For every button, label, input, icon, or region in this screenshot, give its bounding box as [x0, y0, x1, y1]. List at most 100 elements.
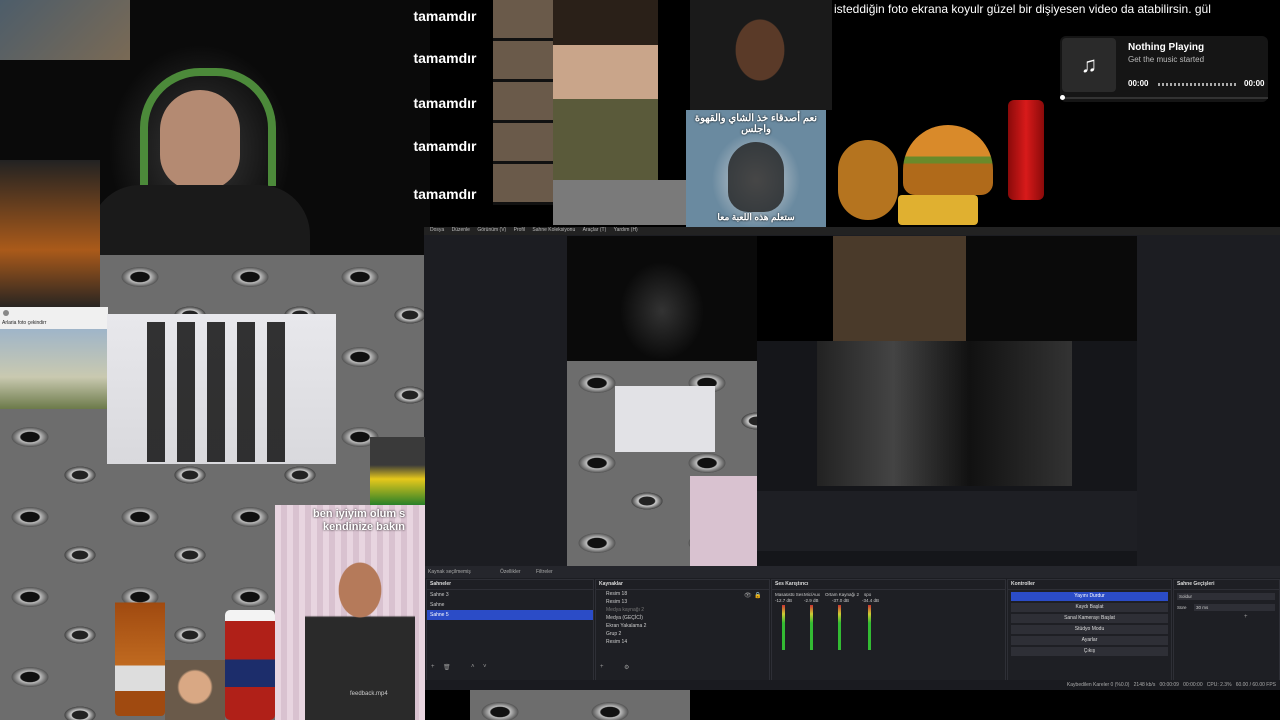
- tamamdir-label-5: tamamdır: [413, 186, 477, 202]
- footballer-photo: [370, 437, 425, 507]
- duration-input[interactable]: 30 ms: [1194, 604, 1275, 611]
- menu-tools[interactable]: Araçlar (T): [583, 227, 607, 233]
- properties-button[interactable]: Özellikler: [500, 569, 521, 575]
- scene-add-icon[interactable]: +: [431, 664, 435, 670]
- mixer-dock: Ses Karıştırıcı Masaüstü Ses -12.7 dB Mi…: [771, 579, 1006, 681]
- music-time-start: 00:00: [1128, 79, 1149, 88]
- music-progress-bar[interactable]: [1060, 95, 1268, 100]
- menu-scene-collection[interactable]: Sahne Koleksiyonu: [532, 227, 575, 233]
- taxi-driver-photo: [690, 0, 832, 110]
- menu-file[interactable]: Dosya: [430, 227, 444, 233]
- dropped-frames: Kaybedilen Kareler 0 (%0.0): [1066, 682, 1130, 688]
- burger-shape: [903, 125, 993, 195]
- music-subtitle: Get the music started: [1128, 55, 1205, 64]
- rec-timer: 00:00:00: [1183, 682, 1203, 688]
- music-widget: ♫ Nothing Playing Get the music started …: [1060, 36, 1268, 102]
- meme-caption-1: ben iyiyim olum s: [313, 508, 406, 520]
- music-time-end: 00:00: [1244, 79, 1265, 88]
- nested-docks: [757, 491, 1137, 551]
- arabic-meme: نعم أصدقاء خذ الشاي والقهوة واجلس ستعلم …: [686, 110, 826, 227]
- obs-menubar: Dosya Düzenle Görünüm (V) Profil Sahne K…: [424, 227, 1280, 235]
- preview-top-strip: [757, 236, 1137, 341]
- source-item[interactable]: Medya (GEÇİCİ): [596, 614, 769, 622]
- efes-can: [225, 610, 275, 720]
- stop-streaming-button[interactable]: Yayını Durdur: [1011, 592, 1168, 601]
- obs-window: Dosya Düzenle Görünüm (V) Profil Sahne K…: [424, 227, 1280, 690]
- start-virtual-camera-button[interactable]: Sanal Kamerayı Başlat: [1011, 614, 1168, 623]
- cola-can: [1008, 100, 1044, 200]
- settings-button[interactable]: Ayarlar: [1011, 636, 1168, 645]
- music-progress-knob[interactable]: [1060, 95, 1065, 100]
- transition-add-icon[interactable]: +: [1244, 614, 1248, 620]
- efes-bottle: [115, 590, 165, 716]
- transitions-dock: Sahne Geçişleri Soldur Süre 30 ms +: [1173, 579, 1280, 681]
- scene-item[interactable]: Sahne: [427, 600, 593, 610]
- filters-button[interactable]: Filtreler: [536, 569, 553, 575]
- transitions-title: Sahne Geçişleri: [1174, 580, 1279, 590]
- menu-edit[interactable]: Düzenle: [452, 227, 470, 233]
- source-item[interactable]: Grup 2: [596, 630, 769, 638]
- tamamdir-label-2: tamamdır: [413, 50, 477, 66]
- mixer-channel-db: -2.9 dB: [804, 598, 819, 603]
- scenes-dock: Sahneler Sahne 3 Sahne Sahne 5 + 🗑 ˄ ˅: [426, 579, 594, 681]
- transition-select[interactable]: Soldur: [1177, 593, 1275, 600]
- eyes-strip-bottom: [470, 690, 690, 720]
- meme-caption-2: kendinize bakın: [323, 521, 405, 533]
- source-settings-icon[interactable]: ⚙: [624, 664, 629, 671]
- marquee-text: isteddiğin foto ekrana koyulr güzel bir …: [834, 2, 1211, 16]
- menu-view[interactable]: Görünüm (V): [477, 227, 506, 233]
- start-recording-button[interactable]: Kaydı Başlat: [1011, 603, 1168, 612]
- music-waveform: [1158, 83, 1238, 86]
- mixer-channel-db: -12.7 dB: [775, 598, 793, 603]
- mixer-channel-name: Masaüstü Ses: [775, 592, 804, 597]
- live-timer: 00:00:09: [1159, 682, 1179, 688]
- preview-webcam: [567, 236, 757, 361]
- music-note-icon: ♫: [1062, 38, 1116, 92]
- studio-mode-button[interactable]: Stüdyo Modu: [1011, 625, 1168, 634]
- scene-item[interactable]: Sahne 3: [427, 590, 593, 600]
- child-photo: [165, 660, 225, 720]
- source-add-icon[interactable]: +: [600, 664, 604, 670]
- scenes-title: Sahneler: [427, 580, 593, 590]
- source-item[interactable]: Resim 14: [596, 638, 769, 646]
- obs-statusbar: Kaybedilen Kareler 0 (%0.0) 2148 kb/s 00…: [424, 680, 1280, 690]
- no-source-label: Kaynak seçilmemiş: [428, 569, 471, 575]
- source-item[interactable]: Ekran Yakalama 2: [596, 622, 769, 630]
- music-title: Nothing Playing: [1128, 42, 1205, 53]
- eye-strip-top: [553, 180, 688, 225]
- scene-up-icon[interactable]: ˄: [471, 664, 475, 670]
- fb-post-image: [0, 329, 108, 409]
- scene-down-icon[interactable]: ˅: [483, 664, 487, 670]
- fb-avatar: [3, 310, 9, 316]
- menu-profile[interactable]: Profil: [514, 227, 525, 233]
- arabic-meme-face: [728, 142, 784, 212]
- mixer-channel-db: -37.0 dB: [832, 598, 850, 603]
- group-figures: [147, 322, 297, 462]
- source-item[interactable]: Resim 13: [596, 598, 769, 606]
- meme-man-video: ben iyiyim olum s kendinize bakın feedba…: [275, 505, 425, 720]
- fried-chicken-meal: [838, 100, 1048, 230]
- tamamdir-label-1: tamamdır: [413, 8, 477, 24]
- mixer-channel-db: -34.4 dB: [862, 598, 880, 603]
- body-shape: [90, 185, 310, 255]
- lock-icon[interactable]: 🔒: [754, 592, 761, 599]
- exit-button[interactable]: Çıkış: [1011, 647, 1168, 656]
- tamamdir-label-3: tamamdır: [413, 95, 477, 111]
- mixer-meter: [782, 605, 785, 650]
- eye-icon[interactable]: 👁: [744, 592, 752, 599]
- preview-nested-obs: [757, 341, 1137, 566]
- scene-remove-icon[interactable]: 🗑: [443, 664, 451, 671]
- nested-preview: [817, 341, 1072, 486]
- obs-preview[interactable]: [567, 236, 1137, 566]
- source-item[interactable]: Medya kaynağı 2: [596, 606, 769, 614]
- sources-title: Kaynaklar: [596, 580, 769, 590]
- chicken-shape: [838, 140, 898, 220]
- scene-item-selected[interactable]: Sahne 5: [427, 610, 593, 620]
- mixer-meter: [810, 605, 813, 650]
- mixer-channel-name: Ortam Kaynağı 2: [825, 592, 860, 597]
- sources-dock: Kaynaklar Resim 18 Resim 13 Medya kaynağ…: [595, 579, 770, 681]
- mixer-meter: [838, 605, 841, 650]
- menu-help[interactable]: Yardım (H): [614, 227, 638, 233]
- fps-readout: 60.00 / 60.00 FPS: [1235, 682, 1276, 688]
- girl-group-photo: [107, 314, 336, 464]
